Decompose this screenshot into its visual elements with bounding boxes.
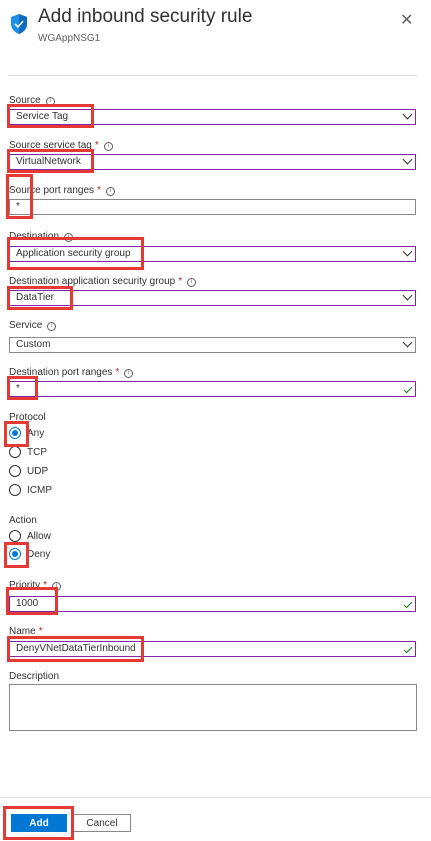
priority-input[interactable]: 1000 bbox=[9, 596, 416, 612]
header-divider bbox=[8, 75, 417, 76]
radio-selected-icon[interactable] bbox=[9, 548, 21, 560]
source-service-tag-label: Source service tag * i bbox=[9, 140, 113, 151]
source-port-ranges-input[interactable]: * bbox=[9, 199, 416, 215]
radio-icon[interactable] bbox=[9, 446, 21, 458]
chevron-down-icon bbox=[402, 290, 413, 301]
source-service-tag-select[interactable]: VirtualNetwork bbox=[9, 154, 416, 170]
close-icon[interactable]: ✕ bbox=[400, 10, 413, 30]
radio-icon[interactable] bbox=[9, 530, 21, 542]
cancel-button[interactable]: Cancel bbox=[73, 814, 131, 832]
name-label: Name * bbox=[9, 626, 43, 637]
nsg-name: WGAppNSG1 bbox=[38, 33, 101, 44]
page-title: Add inbound security rule bbox=[38, 6, 253, 27]
chevron-down-icon bbox=[402, 109, 413, 120]
action-option-deny[interactable]: Deny bbox=[9, 548, 50, 560]
description-label: Description bbox=[9, 671, 60, 682]
info-icon[interactable]: i bbox=[52, 582, 62, 591]
destination-port-ranges-label: Destination port ranges * i bbox=[9, 367, 134, 378]
name-input[interactable]: DenyVNetDataTierInbound bbox=[9, 641, 416, 657]
chevron-down-icon bbox=[402, 337, 413, 348]
destination-label: Destination i bbox=[9, 231, 74, 242]
protocol-option-udp[interactable]: UDP bbox=[9, 465, 48, 477]
info-icon[interactable]: i bbox=[187, 278, 197, 287]
info-icon[interactable]: i bbox=[47, 322, 57, 331]
service-label: Service i bbox=[9, 320, 57, 331]
check-icon bbox=[403, 384, 413, 394]
protocol-label: Protocol bbox=[9, 412, 46, 423]
info-icon[interactable]: i bbox=[64, 233, 74, 242]
chevron-down-icon bbox=[402, 246, 413, 257]
source-port-ranges-label: Source port ranges * i bbox=[9, 185, 115, 196]
description-textarea[interactable] bbox=[9, 684, 417, 731]
radio-icon[interactable] bbox=[9, 465, 21, 477]
destination-asg-select[interactable]: DataTier bbox=[9, 290, 416, 306]
destination-port-ranges-input[interactable]: * bbox=[9, 381, 416, 397]
check-icon bbox=[403, 599, 413, 609]
protocol-option-tcp[interactable]: TCP bbox=[9, 446, 47, 458]
radio-icon[interactable] bbox=[9, 484, 21, 496]
service-select[interactable]: Custom bbox=[9, 337, 416, 353]
add-button[interactable]: Add bbox=[11, 814, 67, 832]
footer-divider bbox=[0, 797, 431, 798]
info-icon[interactable]: i bbox=[103, 142, 113, 151]
action-label: Action bbox=[9, 515, 37, 526]
check-icon bbox=[403, 644, 413, 654]
action-option-allow[interactable]: Allow bbox=[9, 530, 51, 542]
radio-selected-icon[interactable] bbox=[9, 427, 21, 439]
chevron-down-icon bbox=[402, 154, 413, 165]
source-select[interactable]: Service Tag bbox=[9, 109, 416, 125]
info-icon[interactable]: i bbox=[124, 369, 134, 378]
shield-icon bbox=[9, 13, 29, 35]
info-icon[interactable]: i bbox=[45, 97, 55, 106]
destination-select[interactable]: Application security group bbox=[9, 246, 416, 262]
destination-asg-label: Destination application security group * i bbox=[9, 276, 197, 287]
protocol-option-icmp[interactable]: ICMP bbox=[9, 484, 52, 496]
priority-label: Priority * i bbox=[9, 580, 62, 591]
info-icon[interactable]: i bbox=[105, 187, 115, 196]
protocol-option-any[interactable]: Any bbox=[9, 427, 44, 439]
source-label: Source i bbox=[9, 95, 55, 106]
